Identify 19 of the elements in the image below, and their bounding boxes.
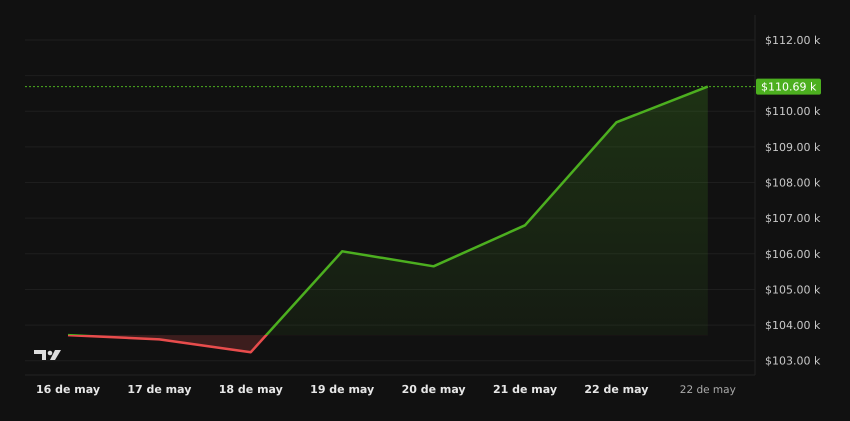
logo-icon	[34, 350, 61, 360]
axis-label: 19 de may	[310, 383, 374, 396]
axis-label: $112.00 k	[765, 34, 820, 47]
axis-label: $104.00 k	[765, 319, 820, 332]
axis-label: 18 de may	[218, 383, 283, 396]
axis-label: $109.00 k	[765, 140, 820, 154]
axis-label: 16 de may	[36, 383, 100, 396]
axis-label: $107.00 k	[765, 212, 820, 226]
axis-label: 22 de may	[584, 383, 648, 396]
axis-label: $103.00 k	[765, 354, 820, 368]
axis-label: 21 de may	[492, 383, 558, 396]
axis-label: $105.00 k	[765, 283, 820, 296]
price-badge: $110.69 k	[756, 78, 821, 95]
axis-label: $106.00 k	[765, 248, 820, 261]
axis-label: $110.00 k	[765, 105, 820, 118]
axis-label: $108.00 k	[765, 176, 820, 190]
axis-label: 22 de may	[680, 384, 736, 396]
axis-label: 17 de may	[127, 383, 192, 396]
axis-label: 20 de may	[402, 383, 466, 396]
